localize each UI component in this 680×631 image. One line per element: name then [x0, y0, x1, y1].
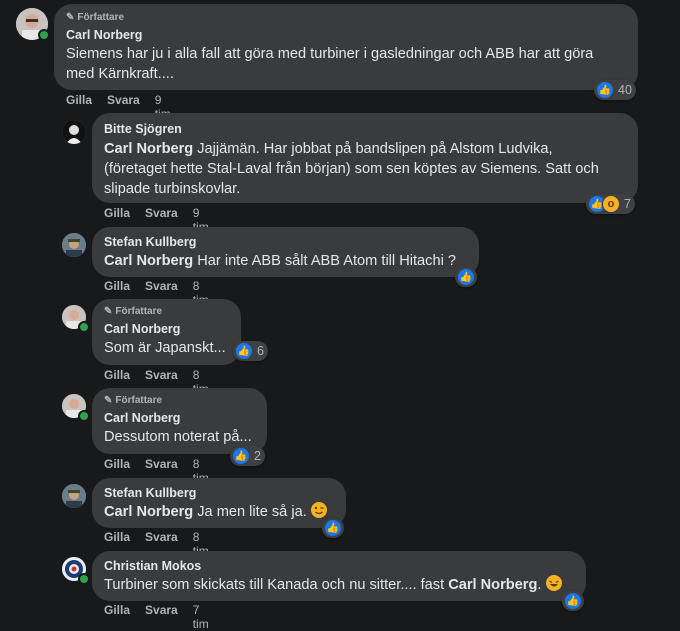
thumbs-up-icon: 👍 — [564, 592, 582, 610]
online-status-icon — [78, 410, 90, 422]
comment-author[interactable]: Stefan Kullberg — [104, 234, 467, 250]
comment-bubble: ✎ Författare Carl Norberg Siemens har ju… — [54, 4, 638, 90]
pencil-icon: ✎ — [104, 395, 113, 406]
comment-bubble: Stefan Kullberg Carl Norberg Ja men lite… — [92, 478, 346, 528]
comment-bubble: Bitte Sjögren Carl Norberg Jajjämän. Har… — [92, 113, 638, 203]
thumbs-up-icon: 👍 — [596, 81, 614, 99]
thumbs-up-icon: 👍 — [457, 268, 475, 286]
comment-text: Jajjämän. Har jobbat på bandslipen på Al… — [193, 141, 553, 157]
author-badge: ✎ Författare — [66, 12, 626, 24]
reaction-count: 2 — [254, 449, 261, 463]
like-link[interactable]: Gilla — [104, 603, 130, 631]
reaction-summary[interactable]: 👍 — [562, 591, 584, 611]
comment-text: Carl Norberg Har inte ABB sålt ABB Atom … — [104, 251, 467, 271]
comment-author[interactable]: Carl Norberg — [104, 410, 255, 426]
comment-bubble: ✎ Författare Carl Norberg Dessutom noter… — [92, 388, 267, 454]
comment-author[interactable]: Carl Norberg — [66, 27, 626, 43]
mention-link[interactable]: Carl Norberg — [104, 141, 193, 157]
comment-author[interactable]: Bitte Sjögren — [104, 121, 626, 137]
comment-text-line-1: Carl Norberg Jajjämän. Har jobbat på ban… — [104, 139, 626, 159]
comment-author[interactable]: Stefan Kullberg — [104, 485, 334, 501]
badge-label: Författare — [115, 306, 163, 317]
like-link[interactable]: Gilla — [66, 93, 92, 121]
reaction-summary[interactable]: 👍 6 — [233, 341, 268, 361]
avatar[interactable] — [62, 120, 86, 144]
reaction-summary[interactable]: 👍 2 — [230, 446, 265, 466]
comment-text-body: Turbiner som skickats till Kanada och nu… — [104, 577, 449, 593]
thumbs-up-icon: 👍 — [324, 519, 342, 537]
author-badge: ✎ Författare — [104, 395, 255, 407]
comment-bubble: Christian Mokos Turbiner som skickats ti… — [92, 551, 586, 601]
reaction-count: 7 — [624, 197, 631, 211]
comment-actions: Gilla Svara 7 tim — [104, 603, 209, 631]
rofl-emoji-icon — [545, 575, 562, 591]
reaction-summary[interactable]: 👍 — [322, 518, 344, 538]
comment-author[interactable]: Christian Mokos — [104, 558, 574, 574]
comment-text-line-3: slipade turbinskovlar. — [104, 181, 241, 197]
reaction-count: 6 — [257, 344, 264, 358]
pencil-icon: ✎ — [104, 306, 113, 317]
thumbs-up-icon: 👍 — [232, 447, 250, 465]
wow-face-icon: o — [602, 195, 620, 213]
badge-label: Författare — [77, 12, 125, 23]
comment-text: Carl Norberg Ja men lite så ja. — [104, 502, 334, 522]
reaction-count: 40 — [618, 83, 632, 97]
comment-bubble: ✎ Författare Carl Norberg Som är Japansk… — [92, 299, 241, 365]
comment-bubble: Stefan Kullberg Carl Norberg Har inte AB… — [92, 227, 479, 277]
comment-text-end: . — [537, 577, 542, 593]
comment-text-body: Har inte ABB sålt ABB Atom till Hitachi … — [193, 253, 457, 269]
comment-text-line-1: Siemens har ju i alla fall att göra med … — [66, 46, 594, 62]
online-status-icon — [78, 573, 90, 585]
comment-text-line-2: (företaget hette Stal-Laval från början)… — [104, 161, 599, 177]
online-status-icon — [78, 321, 90, 333]
wink-emoji-icon — [310, 502, 327, 518]
author-badge: ✎ Författare — [104, 306, 229, 318]
reaction-summary[interactable]: 👍 40 — [594, 80, 636, 100]
comment-text: Som är Japanskt... — [104, 340, 226, 356]
badge-label: Författare — [115, 395, 163, 406]
comment-text-line-2: med Kärnkraft.... — [66, 66, 174, 82]
comment-text-body: Ja men lite så ja. — [193, 504, 307, 520]
comment-author[interactable]: Carl Norberg — [104, 321, 229, 337]
avatar[interactable] — [62, 233, 86, 257]
mention-link[interactable]: Carl Norberg — [104, 504, 193, 520]
pencil-icon: ✎ — [66, 12, 75, 23]
mention-link[interactable]: Carl Norberg — [104, 253, 193, 269]
comment-text: Dessutom noterat på... — [104, 429, 252, 445]
avatar[interactable] — [62, 484, 86, 508]
thumbs-up-icon: 👍 — [235, 342, 253, 360]
comment-text: Turbiner som skickats till Kanada och nu… — [104, 575, 574, 595]
mention-link[interactable]: Carl Norberg — [448, 577, 537, 593]
comment-timestamp[interactable]: 7 tim — [193, 603, 209, 631]
reaction-summary[interactable]: 👍 o 7 — [586, 194, 635, 214]
reaction-summary[interactable]: 👍 — [455, 267, 477, 287]
online-status-icon — [38, 29, 50, 41]
reply-link[interactable]: Svara — [145, 603, 178, 631]
